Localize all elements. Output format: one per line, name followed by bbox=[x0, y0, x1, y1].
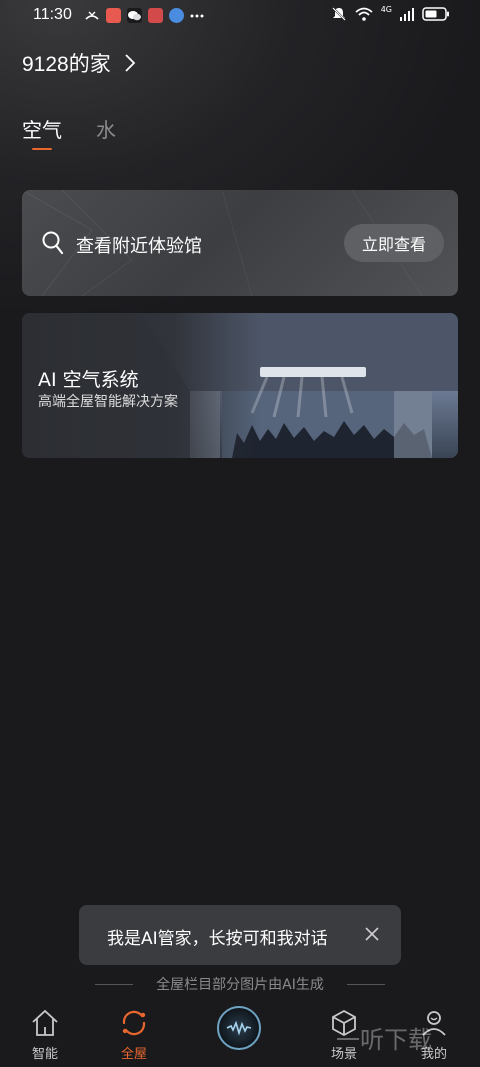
ai-card-subtitle: 高端全屋智能解决方案 bbox=[38, 394, 178, 410]
nav-smart-label: 智能 bbox=[31, 1047, 58, 1062]
system-icons: 4G bbox=[331, 4, 450, 22]
search-icon bbox=[42, 231, 64, 255]
tab-air[interactable]: 空气 bbox=[22, 114, 62, 143]
wifi-icon bbox=[355, 7, 373, 21]
nav-whole-house-label: 全屋 bbox=[120, 1047, 147, 1062]
home-icon bbox=[32, 1009, 58, 1036]
toast-text: 我是AI管家，长按可和我对话 bbox=[107, 929, 328, 949]
divider bbox=[95, 984, 133, 985]
category-tabs: 空气 水 bbox=[22, 114, 116, 143]
ai-butler-toast: 我是AI管家，长按可和我对话 bbox=[79, 905, 401, 965]
more-icon bbox=[190, 14, 204, 17]
nearby-store-text: 查看附近体验馆 bbox=[76, 236, 202, 257]
nav-smart[interactable]: 智能 bbox=[15, 1007, 75, 1062]
notification-icons bbox=[84, 8, 204, 23]
home-title: 9128的家 bbox=[22, 53, 111, 76]
mute-icon bbox=[331, 7, 346, 21]
refresh-icon bbox=[122, 1010, 146, 1036]
missed-call-icon bbox=[85, 11, 99, 20]
nearby-store-card[interactable]: 查看附近体验馆 立即查看 bbox=[22, 190, 458, 296]
close-icon[interactable] bbox=[361, 923, 383, 945]
watermark: 一听下载 bbox=[336, 1026, 432, 1054]
ai-note-text: 全屋栏目部分图片由AI生成 bbox=[156, 977, 324, 993]
wechat-icon bbox=[127, 8, 142, 23]
status-time: 11:30 bbox=[33, 6, 72, 23]
ai-generated-note: 全屋栏目部分图片由AI生成 bbox=[0, 974, 480, 994]
app-notification-icon bbox=[148, 8, 163, 23]
browser-icon bbox=[169, 8, 184, 23]
view-now-button[interactable]: 立即查看 bbox=[344, 224, 444, 262]
signal-icon bbox=[400, 8, 414, 21]
home-selector[interactable]: 9128的家 bbox=[22, 48, 135, 78]
network-label: 4G bbox=[380, 4, 392, 14]
ai-card-title: AI 空气系统 bbox=[38, 369, 139, 391]
chevron-right-icon bbox=[125, 54, 135, 72]
tab-water[interactable]: 水 bbox=[96, 114, 116, 143]
voice-assistant-icon bbox=[226, 1020, 252, 1036]
nav-whole-house[interactable]: 全屋 bbox=[104, 1007, 164, 1062]
divider bbox=[347, 984, 385, 985]
app-notification-icon bbox=[106, 8, 121, 23]
status-bar: 11:30 4G bbox=[0, 0, 480, 32]
ai-air-system-card[interactable]: AI 空气系统 高端全屋智能解决方案 bbox=[22, 313, 458, 458]
voice-assistant-button[interactable] bbox=[217, 1006, 261, 1050]
battery-icon bbox=[422, 7, 449, 21]
